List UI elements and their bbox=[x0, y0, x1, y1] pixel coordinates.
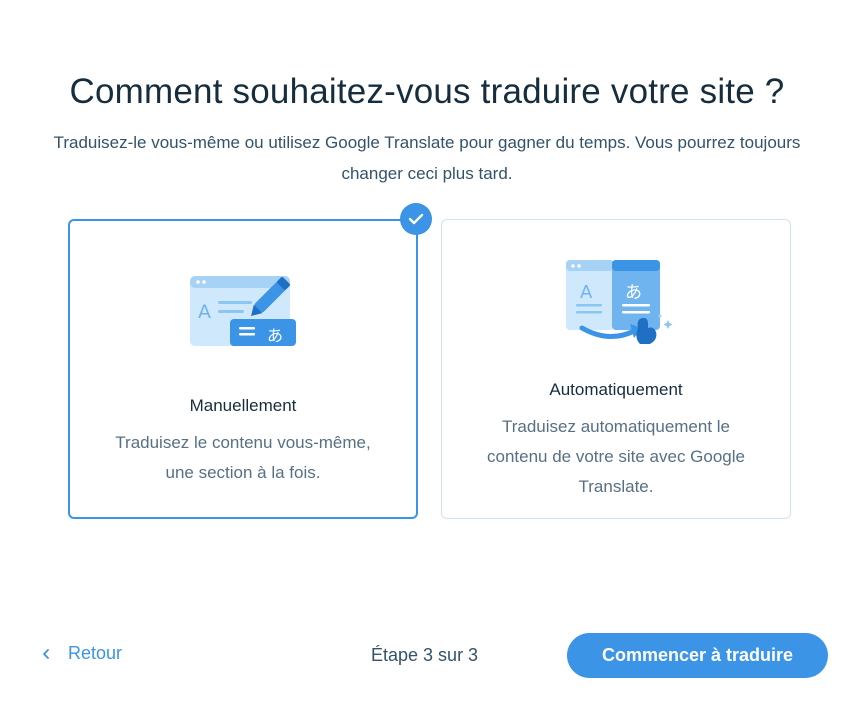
option-desc-manual: Traduisez le contenu vous-même, une sect… bbox=[90, 428, 396, 488]
option-desc-manual-line-1: Traduisez le contenu vous-même, bbox=[115, 433, 371, 452]
start-translating-button[interactable]: Commencer à traduire bbox=[567, 633, 828, 678]
svg-text:あ: あ bbox=[625, 283, 642, 303]
back-button[interactable]: Retour bbox=[40, 643, 122, 664]
subtitle-line-1: Traduisez-le vous-même ou utilisez Googl… bbox=[53, 133, 801, 152]
step-indicator: Étape 3 sur 3 bbox=[371, 645, 479, 665]
svg-text:A: A bbox=[198, 301, 211, 323]
option-card-auto[interactable]: A あ Automatiquement Traduisez automatiqu… bbox=[441, 219, 791, 519]
subtitle-line-2: changer ceci plus tard. bbox=[341, 164, 513, 183]
back-button-label: Retour bbox=[68, 643, 123, 663]
manual-translate-illustration-icon: A あ bbox=[190, 276, 296, 346]
chevron-left-icon bbox=[43, 648, 49, 659]
check-icon bbox=[408, 213, 424, 225]
option-desc-auto-line-2: contenu de votre site avec Google bbox=[487, 447, 745, 466]
option-desc-manual-line-2: une section à la fois. bbox=[165, 463, 321, 482]
svg-text:A: A bbox=[580, 282, 593, 303]
option-title-auto: Automatiquement bbox=[549, 380, 683, 399]
option-card-manual[interactable]: A あ Manuellement Traduisez le contenu vo… bbox=[68, 219, 418, 519]
auto-translate-illustration-icon: A あ bbox=[566, 260, 673, 344]
option-desc-auto-line-3: Translate. bbox=[578, 477, 654, 496]
option-desc-auto: Traduisez automatiquement le contenu de … bbox=[462, 412, 770, 502]
page-title: Comment souhaitez-vous traduire votre si… bbox=[69, 72, 785, 111]
selected-check-icon bbox=[400, 203, 432, 235]
option-title-manual: Manuellement bbox=[189, 396, 297, 415]
page-subtitle: Traduisez-le vous-même ou utilisez Googl… bbox=[0, 127, 854, 189]
svg-text:あ: あ bbox=[267, 326, 283, 345]
option-desc-auto-line-1: Traduisez automatiquement le bbox=[501, 417, 731, 436]
